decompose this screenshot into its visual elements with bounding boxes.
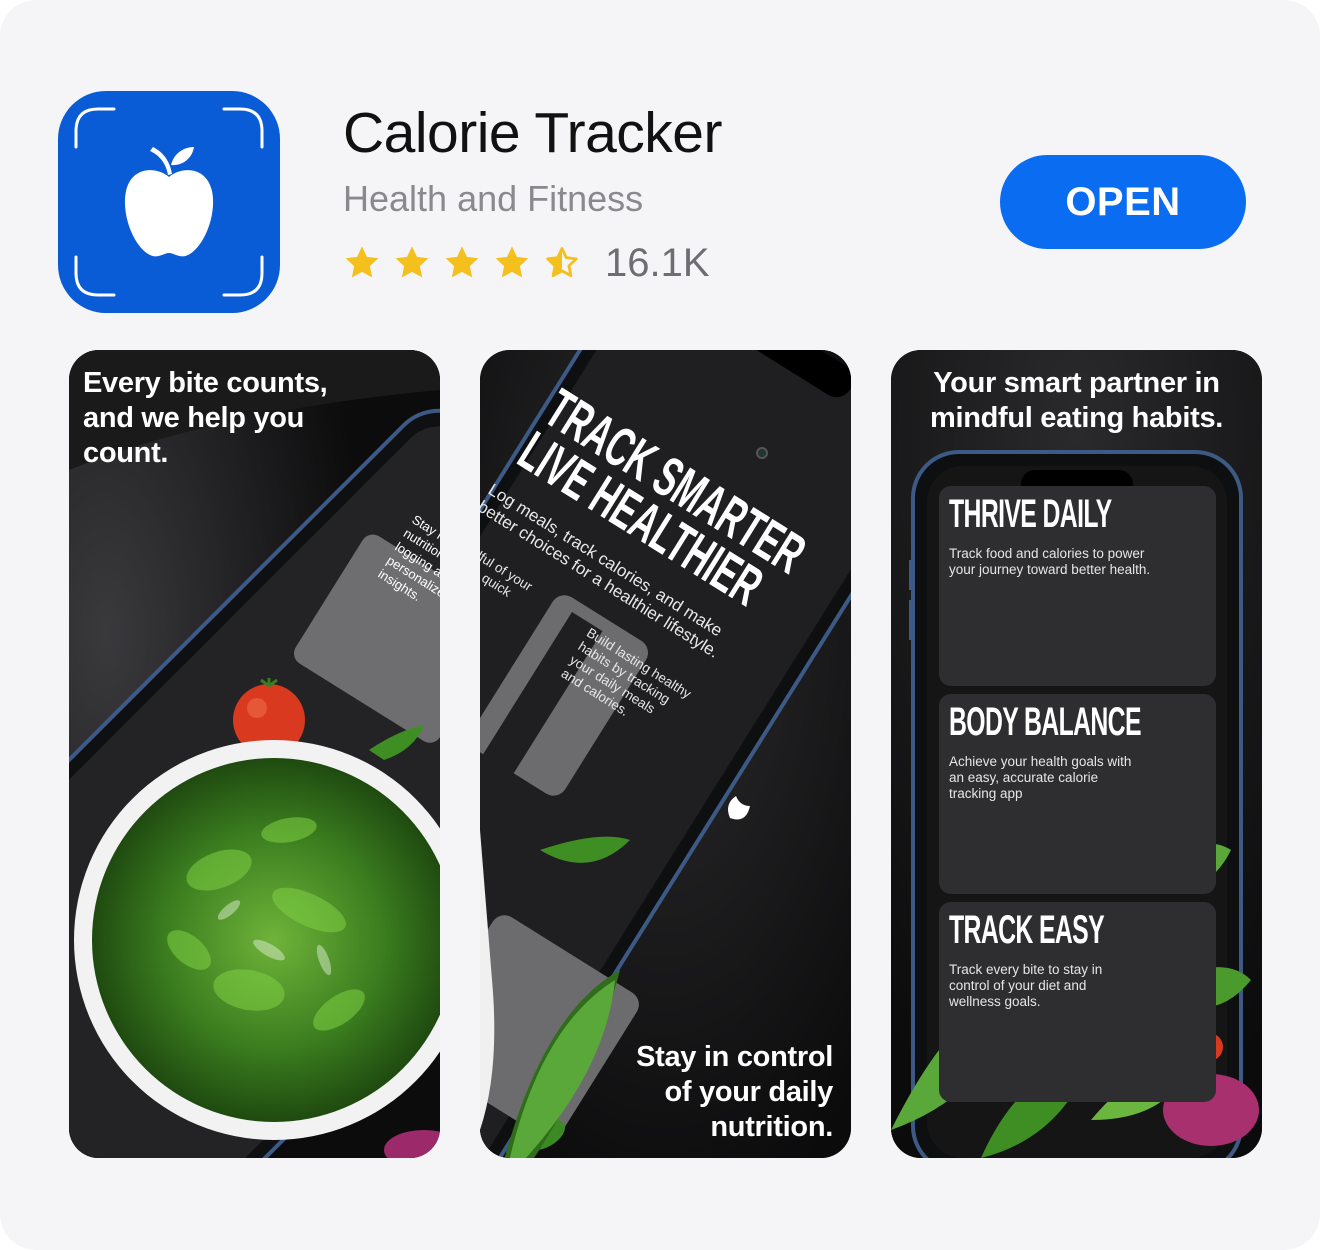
panel-desc-line: wellness goals. bbox=[949, 994, 1041, 1009]
caption-line: mindful eating habits. bbox=[929, 402, 1224, 434]
panel-thrive-daily: THRIVE DAILY Track food and calories to … bbox=[939, 486, 1216, 686]
caption-line: and we help you bbox=[83, 402, 305, 434]
panel-desc-line: your journey toward better health. bbox=[949, 562, 1151, 577]
star-full-icon bbox=[395, 246, 429, 278]
panel-title: BODY BALANCE bbox=[949, 700, 1142, 744]
panel-desc-line: an easy, accurate calorie bbox=[949, 770, 1099, 785]
app-title: Calorie Tracker bbox=[343, 101, 722, 165]
screenshot-1[interactable]: Stay mi nutrition logging an personalize… bbox=[69, 350, 440, 1158]
panel-desc-line: Track every bite to stay in bbox=[949, 962, 1103, 977]
panel-title: THRIVE DAILY bbox=[949, 492, 1112, 536]
star-full-icon bbox=[345, 246, 379, 278]
panel-desc: Achieve your health goals with an easy, … bbox=[949, 754, 1131, 802]
panel-desc-line: tracking app bbox=[949, 786, 1023, 801]
panel-desc: Track every bite to stay in control of y… bbox=[949, 962, 1102, 1010]
app-category: Health and Fitness bbox=[343, 178, 644, 219]
caption-line: of your daily bbox=[664, 1076, 833, 1108]
rating-row: 16.1K bbox=[343, 238, 710, 288]
star-full-icon bbox=[445, 246, 479, 278]
screenshot-1-caption: Every bite counts, and we help you count… bbox=[83, 366, 328, 471]
panel-track-easy: TRACK EASY Track every bite to stay in c… bbox=[939, 902, 1216, 1102]
screenshot-3[interactable]: Your smart partner in mindful eating hab… bbox=[891, 350, 1262, 1158]
panel-desc-line: control of your diet and bbox=[949, 978, 1087, 993]
caption-line: Every bite counts, bbox=[83, 367, 328, 399]
panel-body-balance: BODY BALANCE Achieve your health goals w… bbox=[939, 694, 1216, 894]
screenshot-2[interactable]: TRACK SMARTER LIVE HEALTHIER Log meals, … bbox=[480, 350, 851, 1158]
caption-line: Your smart partner in bbox=[933, 367, 1220, 399]
panel-desc: Track food and calories to power your jo… bbox=[949, 546, 1150, 578]
panel-desc-line: Achieve your health goals with bbox=[949, 754, 1132, 769]
caption-line: count. bbox=[83, 437, 169, 469]
app-store-card: Calorie Tracker Health and Fitness 16.1K… bbox=[0, 0, 1320, 1250]
rating-count: 16.1K bbox=[605, 240, 710, 285]
caption-line: Stay in control bbox=[636, 1041, 833, 1073]
panel-desc-line: Track food and calories to power bbox=[949, 546, 1145, 561]
caption-line: nutrition. bbox=[710, 1111, 833, 1143]
apple-icon bbox=[74, 107, 264, 297]
app-icon[interactable] bbox=[58, 91, 280, 313]
star-half-icon bbox=[545, 246, 578, 278]
open-button[interactable]: OPEN bbox=[1000, 155, 1246, 249]
screenshot-2-caption: Stay in control of your daily nutrition. bbox=[636, 1040, 833, 1145]
star-full-icon bbox=[495, 246, 529, 278]
screenshot-1-artwork: Stay mi nutrition logging an personalize… bbox=[69, 350, 440, 1158]
screenshot-3-caption: Your smart partner in mindful eating hab… bbox=[891, 366, 1262, 436]
panel-title: TRACK EASY bbox=[949, 908, 1105, 952]
star-rating bbox=[343, 244, 581, 282]
